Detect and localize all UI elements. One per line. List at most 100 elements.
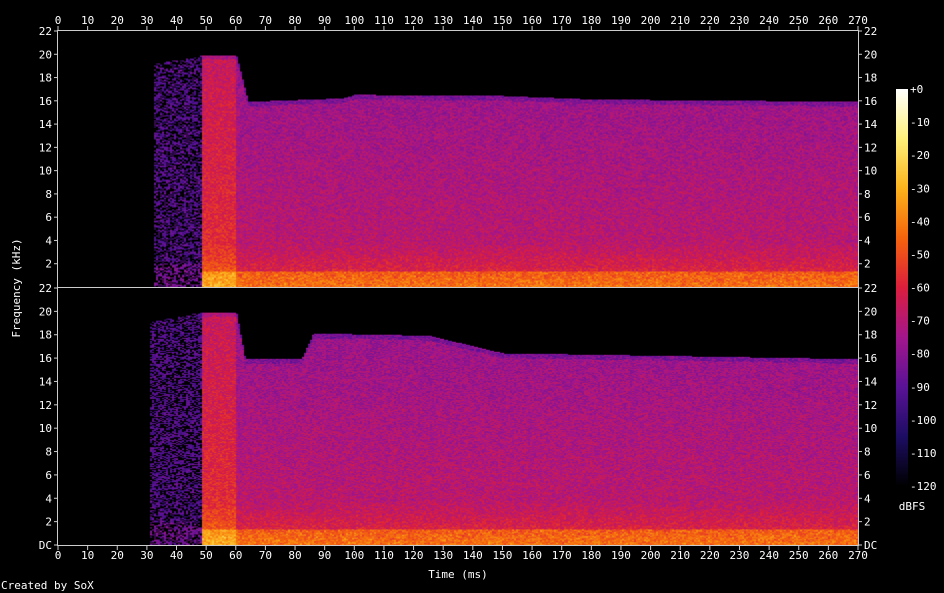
y-tick-label-right: 6 — [864, 469, 871, 482]
y-tick-label-right: 14 — [864, 118, 878, 131]
x-tick-label: 160 — [522, 549, 542, 562]
x-tick-label: 10 — [81, 549, 94, 562]
x-tick-label: 190 — [611, 549, 631, 562]
y-tick-label: 10 — [39, 165, 52, 178]
y-tick-label: 4 — [45, 492, 52, 505]
x-tick-label-top: 30 — [140, 14, 153, 27]
y-tick-label: 8 — [45, 188, 52, 201]
y-tick-label-right: 14 — [864, 375, 878, 388]
x-tick-label: 260 — [818, 549, 838, 562]
x-tick-label-top: 50 — [200, 14, 213, 27]
y-tick-label: 10 — [39, 422, 52, 435]
y-tick-label-right: 12 — [864, 141, 877, 154]
y-tick-label-right: 4 — [864, 492, 871, 505]
y-tick-label-right: 12 — [864, 399, 877, 412]
x-tick-label: 50 — [200, 549, 213, 562]
y-tick-label-right: 10 — [864, 422, 877, 435]
x-tick-label-top: 200 — [641, 14, 661, 27]
x-tick-label: 230 — [730, 549, 750, 562]
y-tick-label-right: 8 — [864, 188, 871, 201]
x-tick-label: 140 — [463, 549, 483, 562]
y-tick-label-right: 20 — [864, 305, 877, 318]
colorbar-tick-label: -60 — [910, 282, 930, 295]
x-tick-label: 120 — [404, 549, 424, 562]
x-tick-label-top: 160 — [522, 14, 542, 27]
x-tick-label-top: 120 — [404, 14, 424, 27]
x-tick-label-top: 110 — [374, 14, 394, 27]
channel-1-spectrogram — [58, 31, 858, 288]
credit-text: Created by SoX — [1, 579, 94, 592]
y-tick-label: 16 — [39, 352, 52, 365]
x-tick-label-top: 130 — [433, 14, 453, 27]
x-tick-label-top: 20 — [111, 14, 124, 27]
x-tick-label: 70 — [259, 549, 272, 562]
y-tick-label-right: 18 — [864, 72, 877, 85]
y-tick-label: 22 — [39, 282, 52, 295]
x-tick-label: 80 — [288, 549, 301, 562]
x-axis-label: Time (ms) — [428, 568, 488, 581]
y-tick-label-right: 2 — [864, 258, 871, 271]
y-tick-label: 20 — [39, 48, 52, 61]
y-tick-label-right: 16 — [864, 352, 877, 365]
x-tick-label-top: 90 — [318, 14, 331, 27]
y-tick-label-right: 22 — [864, 282, 877, 295]
y-tick-label-right: 8 — [864, 446, 871, 459]
x-tick-label-top: 170 — [552, 14, 572, 27]
x-tick-label-top: 210 — [670, 14, 690, 27]
y-tick-label: 2 — [45, 516, 52, 529]
spectrogram-chart: 0 0 10 10 20 20 30 30 40 40 50 50 60 60 70 70 80 80 90 90 10… — [0, 0, 944, 593]
colorbar-tick-label: -20 — [910, 149, 930, 162]
x-tick-label: 170 — [552, 549, 572, 562]
x-tick-label-top: 230 — [730, 14, 750, 27]
y-tick-label: 18 — [39, 72, 52, 85]
x-tick-label: 180 — [581, 549, 601, 562]
x-tick-label: 20 — [111, 549, 124, 562]
y-tick-label: 12 — [39, 399, 52, 412]
x-tick-label-top: 0 — [55, 14, 62, 27]
x-tick-label: 210 — [670, 549, 690, 562]
colorbar-gradient — [896, 89, 908, 486]
x-tick-label: 250 — [789, 549, 809, 562]
x-tick-label-top: 180 — [581, 14, 601, 27]
x-tick-label-top: 70 — [259, 14, 272, 27]
x-tick-label: 220 — [700, 549, 720, 562]
y-tick-label: 2 — [45, 258, 52, 271]
y-tick-label: 8 — [45, 446, 52, 459]
x-tick-label-top: 60 — [229, 14, 242, 27]
y-tick-label-right: 18 — [864, 329, 877, 342]
x-tick-label: 60 — [229, 549, 242, 562]
x-tick-label-top: 250 — [789, 14, 809, 27]
y-tick-label-right: 22 — [864, 25, 877, 38]
y-tick-label: 6 — [45, 469, 52, 482]
y-tick-label: 12 — [39, 141, 52, 154]
colorbar-tick-label: -80 — [910, 348, 930, 361]
x-tick-label-top: 40 — [170, 14, 183, 27]
colorbar-unit-label: dBFS — [899, 500, 926, 513]
colorbar-tick-label: -10 — [910, 116, 930, 129]
x-tick-label: 90 — [318, 549, 331, 562]
colorbar-tick-label: -120 — [910, 480, 937, 493]
colorbar-tick-label: -50 — [910, 248, 930, 261]
y-tick-label-right: 2 — [864, 516, 871, 529]
y-tick-label: DC — [39, 539, 52, 552]
spectrogram-heatmap — [58, 31, 858, 546]
x-tick-label: 240 — [759, 549, 779, 562]
x-tick-label: 30 — [140, 549, 153, 562]
x-tick-label-top: 190 — [611, 14, 631, 27]
y-tick-label-right: 6 — [864, 211, 871, 224]
x-tick-label: 40 — [170, 549, 183, 562]
x-tick-label-top: 150 — [493, 14, 513, 27]
y-tick-label-right: 20 — [864, 48, 877, 61]
x-tick-label: 130 — [433, 549, 453, 562]
x-tick-label-top: 260 — [818, 14, 838, 27]
x-tick-label: 110 — [374, 549, 394, 562]
x-tick-label: 200 — [641, 549, 661, 562]
y-tick-label: 6 — [45, 211, 52, 224]
colorbar-tick-label: -110 — [910, 447, 937, 460]
x-tick-label: 100 — [344, 549, 364, 562]
y-tick-label: 14 — [39, 118, 53, 131]
x-tick-label: 0 — [55, 549, 62, 562]
y-tick-label-right: 4 — [864, 234, 871, 247]
y-tick-label: 16 — [39, 95, 52, 108]
y-tick-label: 18 — [39, 329, 52, 342]
